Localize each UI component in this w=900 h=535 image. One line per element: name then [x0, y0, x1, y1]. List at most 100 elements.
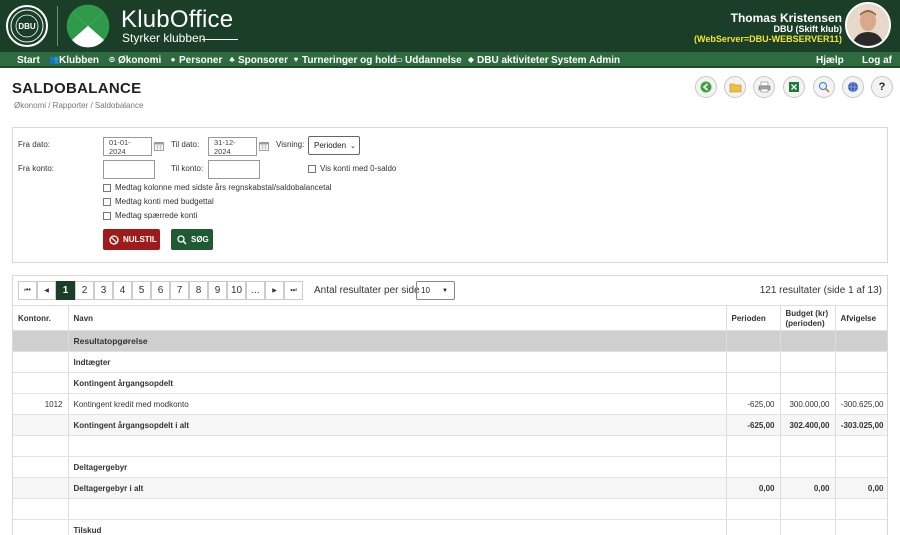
cell-perioden: 0,00 — [726, 478, 780, 499]
cell-budget — [780, 331, 835, 352]
back-button[interactable] — [695, 76, 717, 98]
page-button[interactable]: 3 — [94, 281, 113, 300]
dbu-logo[interactable]: DBU — [6, 5, 48, 47]
visning-value: Perioden — [314, 141, 346, 150]
col-perioden[interactable]: Perioden — [726, 306, 780, 331]
cell-perioden — [726, 352, 780, 373]
brand-underline — [202, 39, 238, 40]
graduation-icon: ◆ — [467, 56, 475, 64]
nav-personer[interactable]: ●Personer — [169, 53, 222, 67]
next-page-button[interactable]: ▶ — [265, 281, 284, 300]
nav-okonomi[interactable]: ⊙Økonomi — [108, 53, 161, 67]
col-navn[interactable]: Navn — [68, 306, 726, 331]
server-info: (WebServer=DBU-WEBSERVER11) — [694, 34, 842, 44]
nav-logout[interactable]: Log af — [862, 53, 892, 67]
avatar[interactable] — [845, 2, 891, 48]
open-button[interactable] — [724, 76, 746, 98]
visning-select[interactable]: Perioden⌄ — [308, 136, 360, 155]
vis-nul-saldo-checkbox[interactable] — [308, 165, 316, 173]
page-button[interactable]: 2 — [75, 281, 94, 300]
per-page-select[interactable]: 10▼ — [416, 281, 455, 300]
til-konto-input[interactable] — [208, 160, 260, 179]
til-dato-label: Til dato: — [171, 140, 199, 149]
cell-afvigelse: 0,00 — [835, 478, 888, 499]
page-button[interactable]: 7 — [170, 281, 189, 300]
people-icon: 👥 — [49, 56, 57, 64]
page-button[interactable]: 1 — [56, 281, 75, 300]
cell-budget — [780, 457, 835, 478]
first-page-button[interactable]: ⏮ — [18, 281, 37, 300]
top-header: DBU KlubOffice Styrker klubben Thomas Kr… — [0, 0, 900, 52]
cell-budget — [780, 436, 835, 457]
excel-export-button[interactable] — [783, 76, 805, 98]
table-header-row: Kontonr. Navn Perioden Budget (kr) (peri… — [13, 306, 888, 331]
user-club-switch[interactable]: DBU (Skift klub) — [774, 24, 843, 34]
sidste-aars-checkbox[interactable] — [103, 184, 111, 192]
coin-icon: ⊙ — [108, 56, 116, 64]
nav-help[interactable]: Hjælp — [816, 53, 844, 67]
fra-dato-input[interactable]: 01-01-2024 — [103, 137, 152, 156]
person-icon: ● — [169, 56, 177, 64]
reset-button[interactable]: NULSTIL — [103, 229, 160, 250]
page-button[interactable]: 10 — [227, 281, 246, 300]
cell-afvigelse: -303.025,00 — [835, 415, 888, 436]
cell-navn[interactable]: Kontingent kredit med modkonto — [68, 394, 726, 415]
spaerrede-checkbox[interactable] — [103, 212, 111, 220]
saldobalance-table: Kontonr. Navn Perioden Budget (kr) (peri… — [13, 305, 888, 535]
nav-uddannelse[interactable]: ▭Uddannelse — [395, 53, 462, 67]
nav-logout-label: Log af — [862, 55, 892, 66]
page-button[interactable]: 6 — [151, 281, 170, 300]
folder-icon — [729, 81, 742, 93]
zoom-button[interactable] — [813, 76, 835, 98]
cell-perioden — [726, 499, 780, 520]
budget-checkbox[interactable] — [103, 198, 111, 206]
til-dato-input[interactable]: 31-12-2024 — [208, 137, 257, 156]
help-button[interactable]: ? — [871, 76, 893, 98]
table-row: Kontingent årgangsopdelt — [13, 373, 888, 394]
calendar-icon[interactable] — [259, 141, 269, 151]
cell-konto — [13, 499, 68, 520]
page-button[interactable]: 4 — [113, 281, 132, 300]
table-row — [13, 436, 888, 457]
last-page-button[interactable]: ⏭ — [284, 281, 303, 300]
globe-button[interactable] — [842, 76, 864, 98]
results-panel: ⏮ ◀ 1 2 3 4 5 6 7 8 9 10 ... ▶ ⏭ Antal r… — [12, 275, 888, 535]
screen-icon: ▭ — [395, 56, 403, 64]
cell-budget — [780, 373, 835, 394]
nav-klubben[interactable]: 👥Klubben — [49, 53, 99, 67]
calendar-icon[interactable] — [154, 141, 164, 151]
nav-turneringer[interactable]: ♥Turneringer og hold — [292, 53, 396, 67]
col-kontonr[interactable]: Kontonr. — [13, 306, 68, 331]
col-budget[interactable]: Budget (kr) (perioden) — [780, 306, 835, 331]
nav-dbu-aktiviteter[interactable]: ◆DBU aktiviteter — [467, 53, 549, 67]
spaerrede-label: Medtag spærrede konti — [115, 211, 197, 220]
nav-klubben-label: Klubben — [59, 55, 99, 66]
table-row: Deltagergebyr i alt 0,00 0,00 0,00 — [13, 478, 888, 499]
cell-konto[interactable]: 1012 — [13, 394, 68, 415]
cell-navn: Deltagergebyr — [68, 457, 726, 478]
search-button[interactable]: SØG — [171, 229, 213, 250]
nav-start[interactable]: Start — [17, 53, 40, 67]
svg-text:DBU: DBU — [18, 22, 36, 31]
nav-help-label: Hjælp — [816, 55, 844, 66]
print-button[interactable] — [753, 76, 775, 98]
klubofice-logo-icon[interactable] — [66, 4, 110, 48]
table-row[interactable]: 1012 Kontingent kredit med modkonto -625… — [13, 394, 888, 415]
cell-perioden — [726, 457, 780, 478]
breadcrumb[interactable]: Økonomi / Rapporter / Saldobalance — [14, 101, 143, 110]
table-row — [13, 499, 888, 520]
prev-page-button[interactable]: ◀ — [37, 281, 56, 300]
nav-system-admin[interactable]: System Admin — [551, 53, 620, 67]
page-button[interactable]: 5 — [132, 281, 151, 300]
page-button[interactable]: 9 — [208, 281, 227, 300]
page-button[interactable]: 8 — [189, 281, 208, 300]
til-konto-label: Til konto: — [171, 164, 203, 173]
cell-afvigelse — [835, 436, 888, 457]
nav-sponsorer[interactable]: ♣Sponsorer — [228, 53, 288, 67]
page-ellipsis[interactable]: ... — [246, 281, 265, 300]
user-name[interactable]: Thomas Kristensen — [731, 11, 842, 25]
cell-konto — [13, 415, 68, 436]
fra-konto-input[interactable] — [103, 160, 155, 179]
col-afvigelse[interactable]: Afvigelse — [835, 306, 888, 331]
back-icon — [700, 81, 712, 93]
